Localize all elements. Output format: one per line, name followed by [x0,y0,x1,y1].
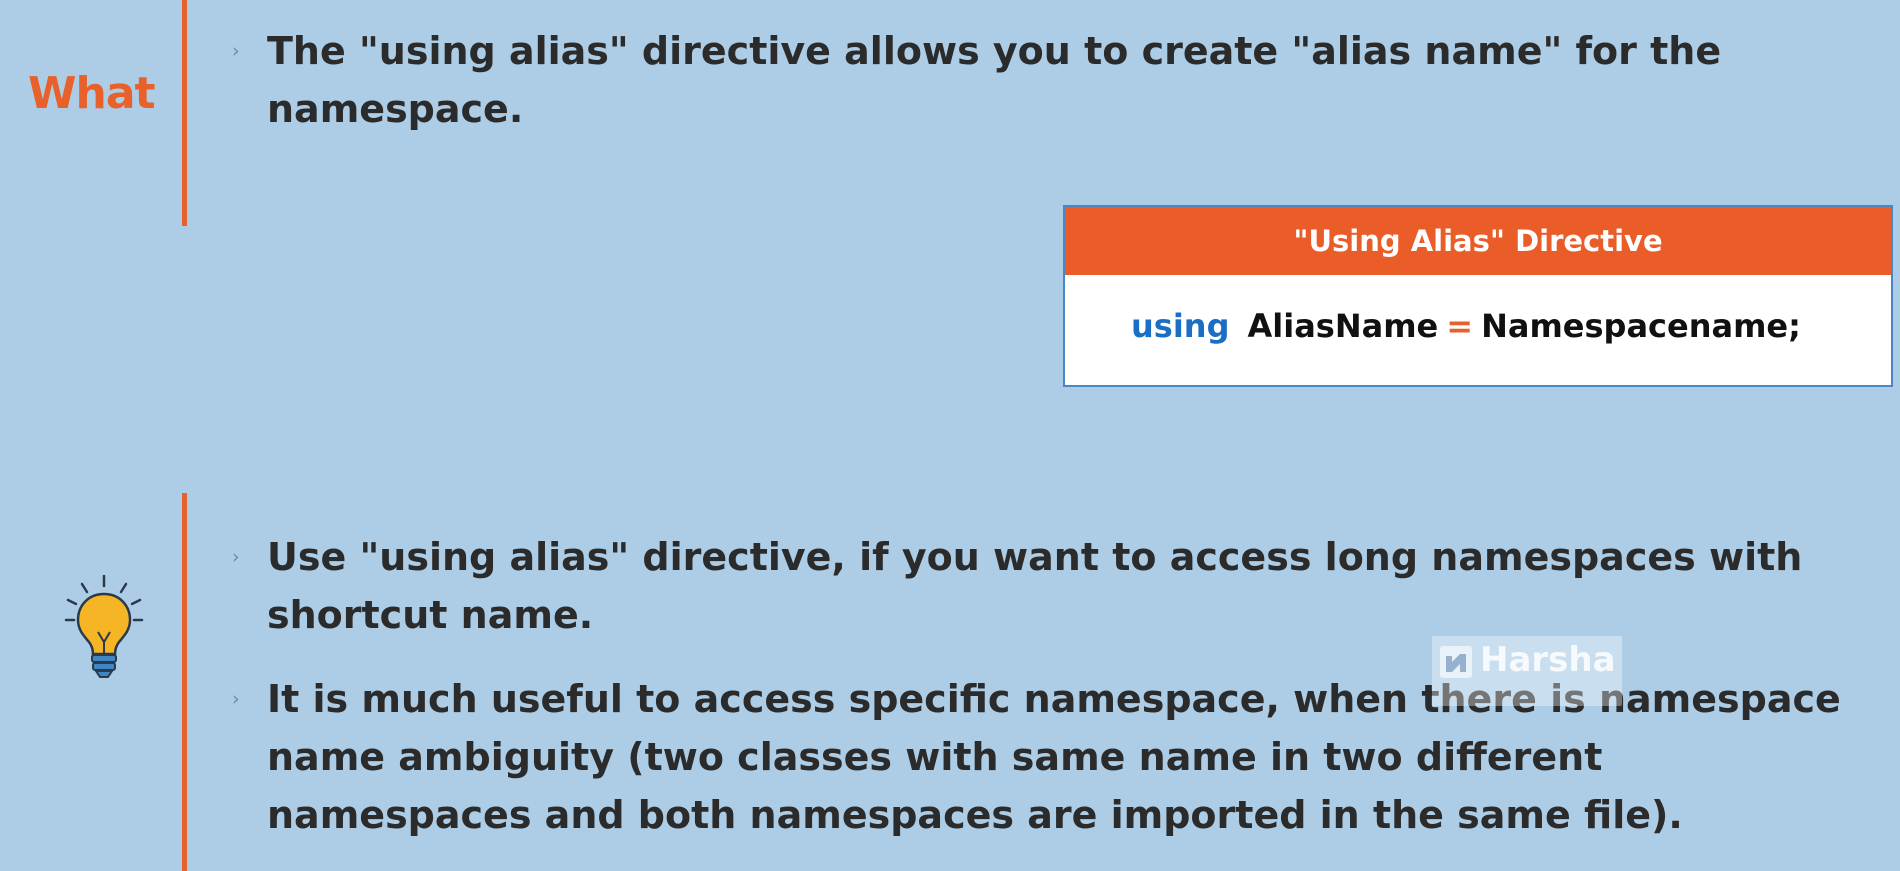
chevron-right-icon: › [232,546,240,568]
syntax-code: using AliasName = Namespacename; [1065,275,1891,345]
tip-item-1: Use "using alias" directive, if you want… [267,535,1803,637]
chevron-right-icon: › [232,40,240,62]
divider-bottom [182,493,187,871]
what-description: The "using alias" directive allows you t… [267,29,1722,131]
watermark-text: Harsha [1480,640,1616,680]
lightbulb-icon [64,574,144,678]
divider-top [182,0,187,226]
what-label: What [28,68,156,119]
syntax-target: Namespacename; [1481,307,1801,345]
syntax-title: "Using Alias" Directive [1065,207,1891,275]
chevron-right-icon: › [232,688,240,710]
syntax-operator: = [1446,307,1474,345]
syntax-keyword: using [1131,307,1230,345]
tip-item-2: It is much useful to access specific nam… [267,677,1841,837]
syntax-alias: AliasName [1247,307,1439,345]
syntax-box: "Using Alias" Directive using AliasName = N… [1063,205,1893,387]
watermark-logo-icon [1440,646,1472,678]
watermark: Harsha [1432,636,1622,706]
